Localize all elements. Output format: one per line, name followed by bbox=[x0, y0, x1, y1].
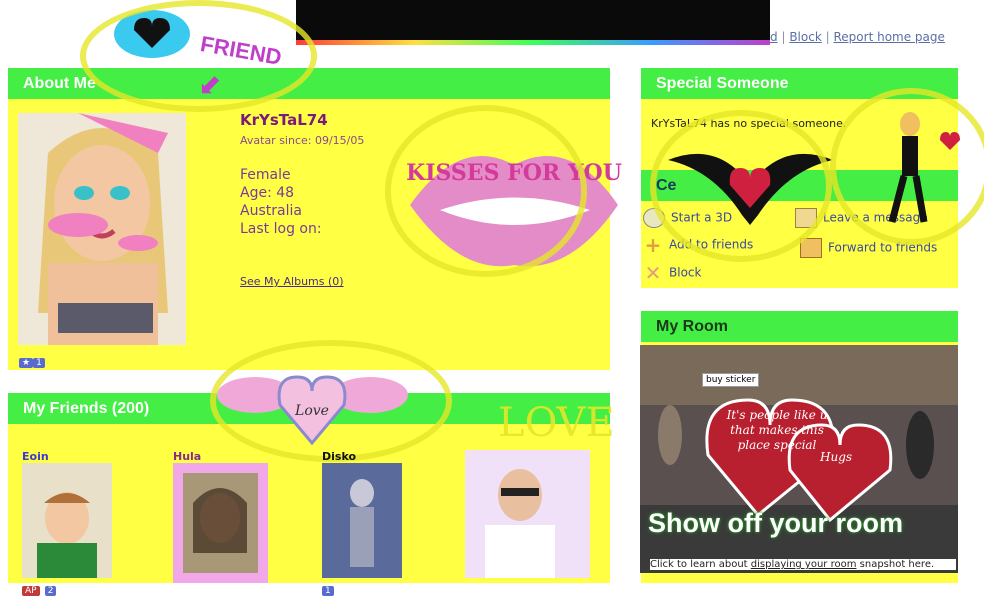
top-link-partial[interactable]: d bbox=[770, 30, 778, 44]
friend-card-3[interactable]: Disko 1 bbox=[322, 450, 402, 597]
profile-avatar[interactable] bbox=[18, 113, 186, 345]
friend-card-2[interactable]: Hula bbox=[173, 450, 268, 583]
username: KrYsTaL74 bbox=[240, 111, 328, 129]
profile-info: Female Age: 48 Australia Last log on: bbox=[240, 166, 322, 238]
yellow-scribble-heart bbox=[650, 110, 832, 262]
love-scribble: LOVE bbox=[498, 400, 615, 446]
gender: Female bbox=[240, 167, 291, 183]
buy-sticker-button[interactable]: buy sticker bbox=[702, 373, 760, 387]
yellow-scribble-love bbox=[210, 340, 452, 462]
age: Age: 48 bbox=[240, 185, 295, 201]
country: Australia bbox=[240, 203, 302, 219]
heart-hugs: Hugs bbox=[820, 450, 853, 464]
top-links: d | Block | Report home page bbox=[770, 30, 945, 44]
friend-avatar-1 bbox=[22, 463, 112, 578]
friend-avatar-3 bbox=[322, 463, 402, 578]
block-link[interactable]: Block bbox=[789, 30, 821, 44]
yellow-scribble-friend bbox=[80, 0, 317, 112]
top-banner bbox=[296, 0, 770, 45]
albums-link[interactable]: See My Albums (0) bbox=[240, 275, 344, 288]
avatar-since: Avatar since: 09/15/05 bbox=[240, 134, 365, 147]
yellow-scribble-circle bbox=[385, 105, 587, 277]
friend-avatar-4 bbox=[465, 450, 590, 578]
display-room-link[interactable]: displaying your room bbox=[751, 559, 857, 570]
photo-count[interactable]: ★ 1 bbox=[19, 350, 45, 369]
report-link[interactable]: Report home page bbox=[834, 30, 945, 44]
block-action[interactable]: ✕ Block bbox=[643, 261, 702, 285]
last-log: Last log on: bbox=[240, 221, 322, 237]
friend-card-1[interactable]: Eoin AP 2 bbox=[22, 450, 112, 597]
heart-message: It's people like u that makes this place… bbox=[726, 408, 828, 452]
show-off-room-text: Show off your room bbox=[648, 508, 903, 538]
block-icon: ✕ bbox=[644, 261, 662, 285]
room-caption: Click to learn about displaying your roo… bbox=[650, 559, 956, 570]
star-icon: ★ bbox=[19, 358, 34, 368]
room-header: My Room bbox=[641, 311, 958, 342]
yellow-scribble-figure bbox=[830, 88, 984, 245]
friend-card-4[interactable] bbox=[465, 450, 590, 578]
friend-avatar-2 bbox=[173, 463, 268, 583]
add-icon: + bbox=[644, 233, 662, 257]
banner-rainbow-stripe bbox=[296, 40, 770, 45]
